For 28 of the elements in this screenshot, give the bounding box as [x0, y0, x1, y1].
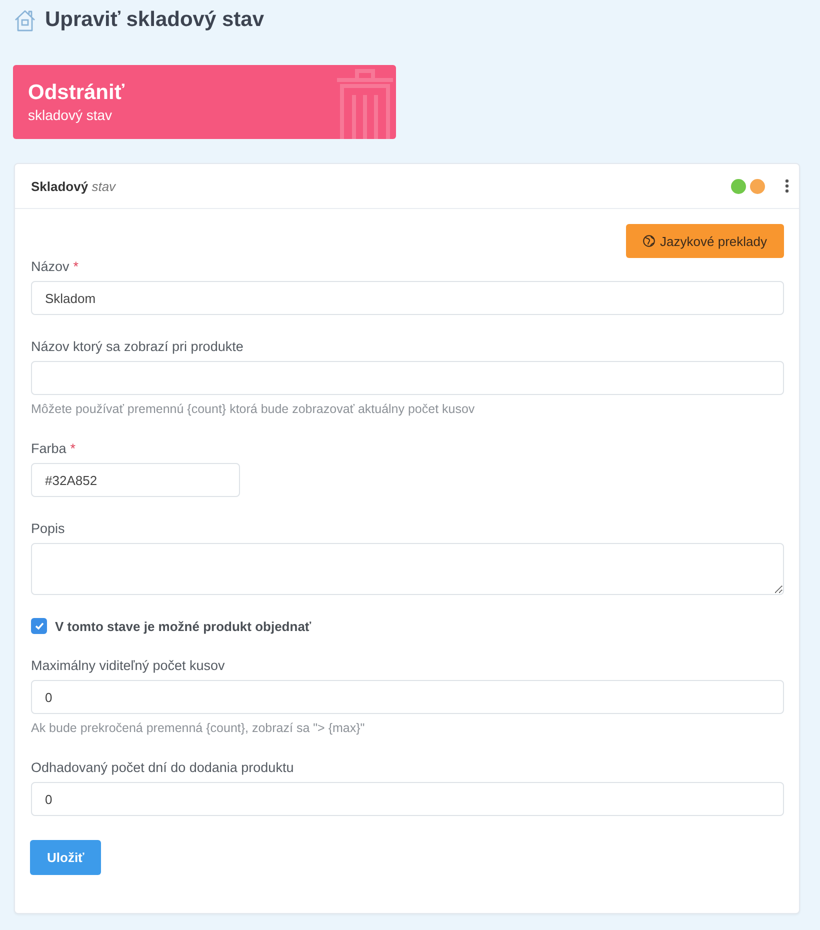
required-mark: * — [70, 441, 76, 457]
banner-title: Odstrániť — [28, 80, 124, 106]
field-label: Názov ktorý sa zobrazí pri produkte — [31, 339, 244, 355]
text-input-field[interactable]: 0 — [31, 782, 784, 816]
page-title: Upraviť skladový stav — [45, 8, 264, 32]
checkbox-label[interactable]: V tomto stave je možné produkt objednať — [55, 618, 312, 634]
help-text: Ak bude prekročená premenná {count}, zobrazí sa "> {max}" — [31, 720, 366, 736]
checkbox[interactable] — [31, 618, 47, 634]
field-label: Farba — [31, 441, 66, 457]
text-input-field[interactable]: 0 — [31, 680, 784, 714]
globe-icon — [643, 235, 656, 247]
check-icon — [34, 622, 44, 630]
text-input-field[interactable] — [31, 361, 784, 395]
kebab-menu-icon[interactable] — [785, 179, 789, 193]
color-input-field[interactable]: #32A852 — [31, 463, 240, 497]
field-label: Popis — [31, 521, 65, 537]
banner-subtitle: skladový stav — [28, 106, 112, 124]
translations-button[interactable]: Jazykové preklady — [626, 224, 784, 258]
card-title: Skladový stav — [31, 178, 116, 194]
required-mark: * — [73, 259, 79, 275]
trash-icon — [335, 68, 395, 139]
text-input-field[interactable]: Skladom — [31, 281, 784, 315]
field-label: Maximálny viditeľný počet kusov — [31, 658, 225, 674]
home-icon — [14, 8, 36, 32]
field-label: Názov — [31, 259, 70, 275]
textarea-field[interactable] — [31, 543, 784, 595]
help-text: Môžete používať premennú {count} ktorá bude zobrazovať aktuálny počet kusov — [31, 401, 476, 417]
field-label: Odhadovaný počet dní do dodania produktu — [31, 760, 294, 776]
